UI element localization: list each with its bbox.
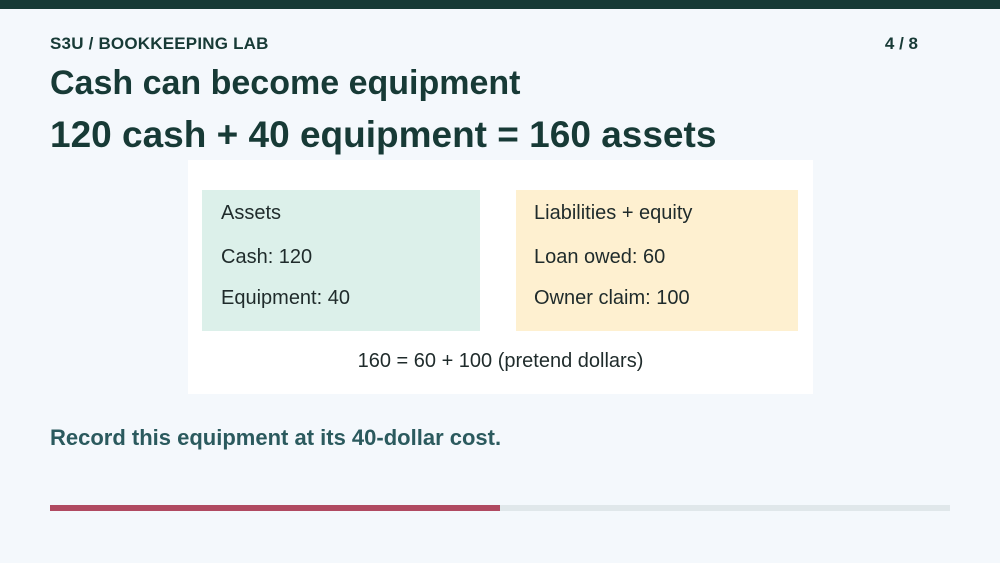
equity-line-owner-claim: Owner claim: 100 (534, 287, 690, 309)
assets-heading: Assets (221, 202, 282, 224)
liabilities-line-loan: Loan owed: 60 (534, 246, 666, 268)
progress-bar (50, 505, 950, 511)
liabilities-equity-heading: Liabilities + equity (534, 202, 693, 224)
progress-fill (50, 505, 500, 511)
top-accent-bar (0, 0, 1000, 9)
assets-panel: Assets Cash: 120 Equipment: 40 (202, 190, 480, 331)
course-label: S3U / BOOKKEEPING LAB (50, 34, 269, 53)
balance-card: Assets Cash: 120 Equipment: 40 Liabiliti… (188, 160, 813, 394)
page-counter: 4 / 8 (884, 34, 918, 53)
slide-equation: 120 cash + 40 equipment = 160 assets (50, 114, 717, 155)
slide-title: Cash can become equipment (50, 64, 521, 102)
assets-line-equipment: Equipment: 40 (221, 287, 350, 309)
balance-check: 160 = 60 + 100 (pretend dollars) (357, 350, 644, 372)
liabilities-equity-panel: Liabilities + equity Loan owed: 60 Owner… (516, 190, 798, 331)
instruction-note: Record this equipment at its 40-dollar c… (50, 425, 502, 450)
assets-line-cash: Cash: 120 (221, 246, 313, 268)
